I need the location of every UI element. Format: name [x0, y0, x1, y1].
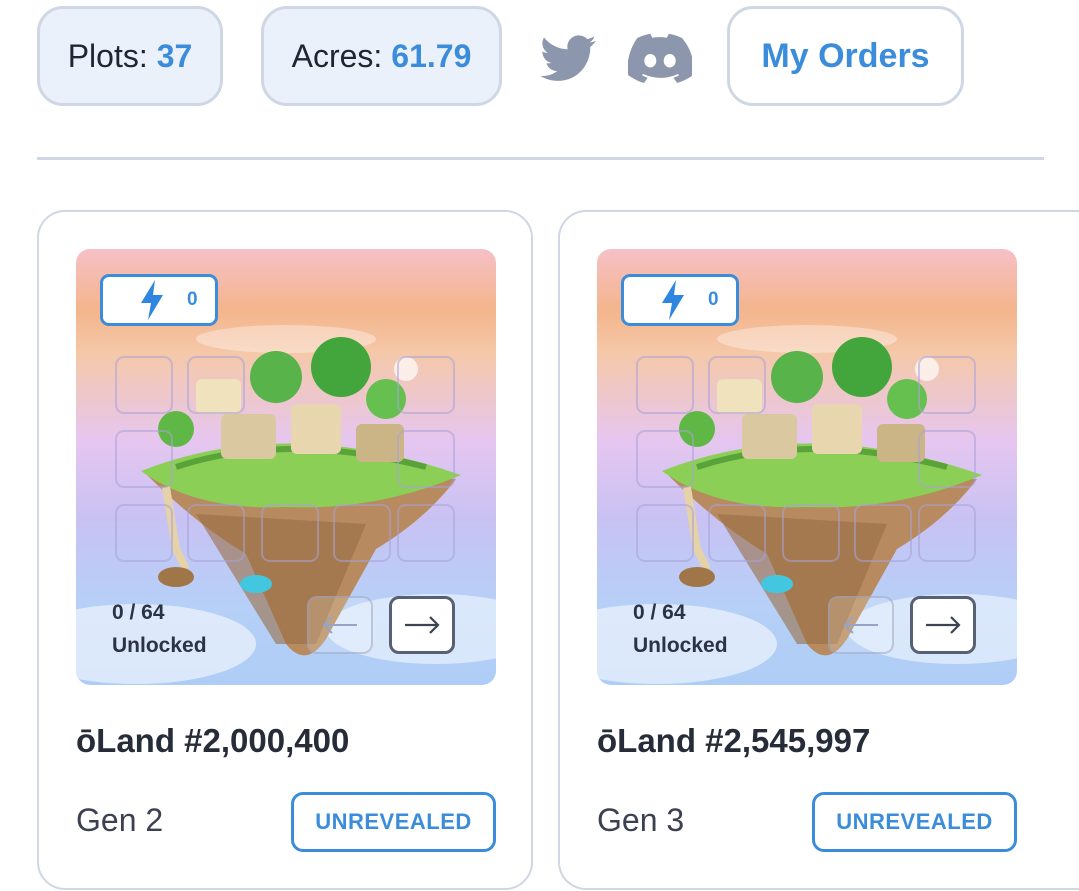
energy-badge: 0 [100, 274, 218, 326]
energy-badge: 0 [621, 274, 739, 326]
arrow-right-icon [405, 616, 440, 634]
unlocked-count: 0 / 64 [633, 601, 686, 624]
unlocked-label: Unlocked [633, 634, 728, 657]
unlock-status: 0 / 64 Unlocked [112, 596, 207, 662]
unlocked-count: 0 / 64 [112, 601, 165, 624]
land-title: ōLand #2,545,997 [597, 722, 871, 759]
acres-label: Acres: [291, 37, 383, 74]
land-card[interactable]: 0 0 / 64 Unlocked ōLand #2,000,400 Gen 2… [37, 210, 533, 890]
unlocked-label: Unlocked [112, 634, 207, 657]
unlock-status: 0 / 64 Unlocked [633, 596, 728, 662]
lightning-icon [141, 280, 163, 320]
generation-label: Gen 3 [597, 802, 685, 838]
discord-icon[interactable] [628, 30, 692, 86]
land-image: 0 0 / 64 Unlocked [597, 249, 1017, 685]
my-orders-button[interactable]: My Orders [727, 6, 964, 106]
next-arrow-button[interactable] [389, 596, 455, 654]
prev-arrow-button[interactable] [828, 596, 894, 654]
twitter-icon[interactable] [537, 30, 601, 86]
status-badge: UNREVEALED [291, 792, 496, 852]
arrow-left-icon [843, 616, 878, 634]
divider [37, 157, 1044, 160]
arrow-left-icon [322, 616, 357, 634]
generation-label: Gen 2 [76, 802, 164, 838]
plots-stat: Plots: 37 [37, 6, 223, 106]
plots-value: 37 [156, 37, 193, 74]
plots-label: Plots: [67, 37, 148, 74]
land-title: ōLand #2,000,400 [76, 722, 350, 759]
land-card[interactable]: 0 0 / 64 Unlocked ōLand #2,545,997 Gen 3… [558, 210, 1079, 890]
lightning-icon [662, 280, 684, 320]
prev-arrow-button[interactable] [307, 596, 373, 654]
energy-count: 0 [187, 289, 198, 310]
status-badge: UNREVEALED [812, 792, 1017, 852]
next-arrow-button[interactable] [910, 596, 976, 654]
acres-stat: Acres: 61.79 [261, 6, 502, 106]
land-image: 0 0 / 64 Unlocked [76, 249, 496, 685]
acres-value: 61.79 [391, 37, 472, 74]
energy-count: 0 [708, 289, 719, 310]
arrow-right-icon [926, 616, 961, 634]
